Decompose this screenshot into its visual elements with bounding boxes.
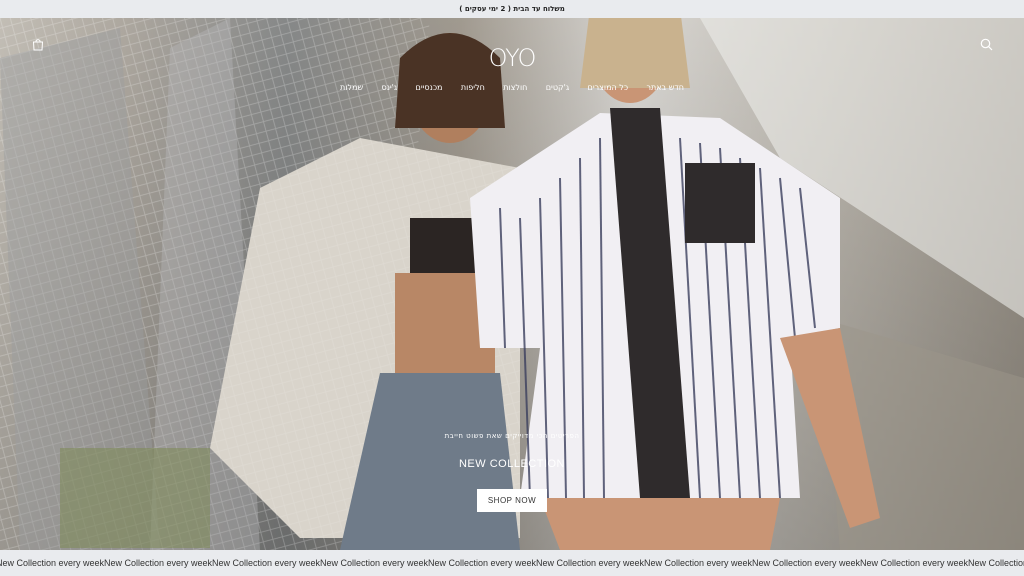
ticker-item: New Collection every week [320,558,429,568]
hero-banner[interactable]: OYO חדש באתר כל המוצרים ג'קטים חולצות חל… [0,18,1024,550]
ticker-item: New Collection every week [752,558,861,568]
logo[interactable]: OYO [489,44,537,72]
main-nav: חדש באתר כל המוצרים ג'קטים חולצות חליפות… [340,80,684,94]
nav-pants[interactable]: מכנסיים [416,83,443,92]
announcement-bar: משלוח עד הבית ( 2 ימי עסקים ) [0,0,1024,18]
nav-all-products[interactable]: כל המוצרים [588,83,629,92]
ticker-item: New Collection every week [0,558,105,568]
cart-icon[interactable] [28,34,48,54]
hero-subtitle: הפריטים הכי מדוייקים שאת פשוט חייבת [444,432,580,440]
nav-suits[interactable]: חליפות [461,83,485,92]
ticker-item: New Collection every week [428,558,537,568]
hero-title: NEW COLLECTION [458,458,566,470]
shop-now-button[interactable]: SHOP NOW [477,489,547,512]
ticker-track: New Collection every week New Collection … [0,558,1024,568]
ticker-item: New Collection every week [860,558,969,568]
hero-image [0,18,1024,550]
ticker-item: New Collection every week [104,558,213,568]
nav-dresses[interactable]: שמלות [340,83,363,92]
ticker-item: New Collection every week [536,558,645,568]
ticker-item: New Collection every week [212,558,321,568]
nav-shirts[interactable]: חולצות [503,83,527,92]
announcement-text: משלוח עד הבית ( 2 ימי עסקים ) [459,5,565,13]
nav-new[interactable]: חדש באתר [646,83,684,92]
search-icon[interactable] [976,34,996,54]
ticker-item: New Collection every week [644,558,753,568]
marquee-ticker: New Collection every week New Collection … [0,550,1024,576]
nav-jackets[interactable]: ג'קטים [546,83,569,92]
ticker-item: New Collection every week [968,558,1024,568]
nav-jeans[interactable]: ג'ינס [382,83,398,92]
